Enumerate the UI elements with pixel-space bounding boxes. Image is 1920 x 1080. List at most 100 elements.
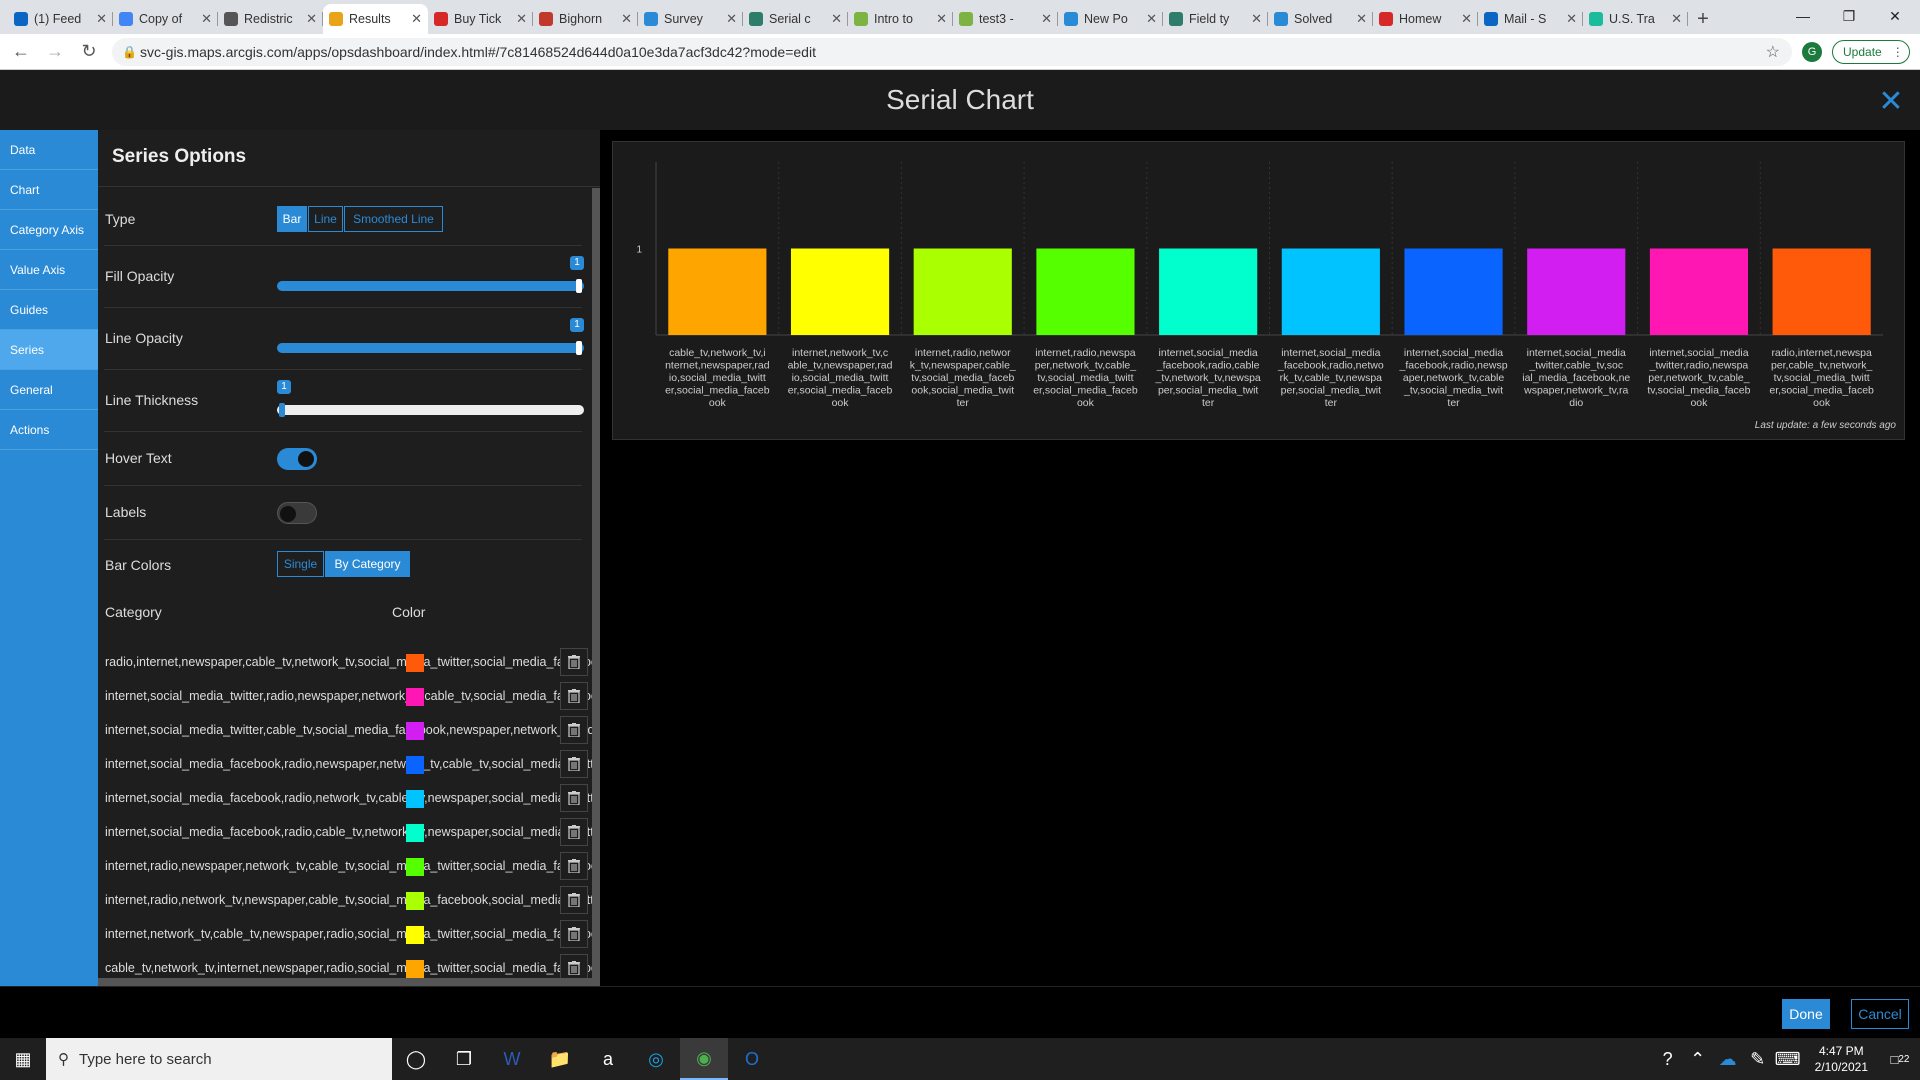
tab-close-icon[interactable]: ✕ <box>621 11 632 27</box>
browser-tab[interactable]: Results ✕ <box>323 4 428 34</box>
type-bar-button[interactable]: Bar <box>277 206 307 232</box>
browser-tab[interactable]: Field ty ✕ <box>1163 4 1268 34</box>
chrome-icon[interactable]: ◉ <box>680 1038 728 1080</box>
url-field[interactable]: 🔒 svc-gis.maps.arcgis.com/apps/opsdashbo… <box>112 38 1792 66</box>
horizontal-scrollbar[interactable] <box>98 978 600 986</box>
tab-close-icon[interactable]: ✕ <box>831 11 842 27</box>
browser-tab[interactable]: Bighorn ✕ <box>533 4 638 34</box>
delete-icon[interactable] <box>560 784 588 812</box>
new-tab-button[interactable]: + <box>1688 4 1718 34</box>
file-explorer-icon[interactable]: 📁 <box>536 1038 584 1080</box>
color-swatch[interactable] <box>406 926 424 944</box>
bookmark-star-icon[interactable]: ☆ <box>1766 42 1780 62</box>
update-button[interactable]: Update ⋮ <box>1832 40 1910 64</box>
clock[interactable]: 4:47 PM 2/10/2021 <box>1815 1043 1868 1075</box>
nav-item-value-axis[interactable]: Value Axis <box>0 250 98 290</box>
window-close-button[interactable]: ✕ <box>1872 0 1918 32</box>
color-swatch[interactable] <box>406 858 424 876</box>
delete-icon[interactable] <box>560 920 588 948</box>
tab-close-icon[interactable]: ✕ <box>516 11 527 27</box>
browser-tab[interactable]: New Po ✕ <box>1058 4 1163 34</box>
nav-item-series[interactable]: Series <box>0 330 98 370</box>
type-smoothed-line-button[interactable]: Smoothed Line <box>344 206 443 232</box>
tab-close-icon[interactable]: ✕ <box>1356 11 1367 27</box>
tab-close-icon[interactable]: ✕ <box>1251 11 1262 27</box>
color-swatch[interactable] <box>406 654 424 672</box>
close-icon[interactable]: ✕ <box>1874 84 1908 118</box>
browser-tab[interactable]: Homew ✕ <box>1373 4 1478 34</box>
taskbar-search[interactable]: ⚲ Type here to search <box>46 1038 392 1080</box>
line-opacity-slider[interactable] <box>277 343 584 353</box>
browser-tab[interactable]: Solved ✕ <box>1268 4 1373 34</box>
browser-tab[interactable]: Serial c ✕ <box>743 4 848 34</box>
onedrive-icon[interactable]: ☁ <box>1713 1038 1743 1080</box>
back-icon[interactable]: ← <box>8 41 34 62</box>
cancel-button[interactable]: Cancel <box>1851 999 1909 1029</box>
notification-icon[interactable]: □ 22 <box>1880 1038 1920 1080</box>
tab-close-icon[interactable]: ✕ <box>1146 11 1157 27</box>
browser-tab[interactable]: Mail - S ✕ <box>1478 4 1583 34</box>
tab-close-icon[interactable]: ✕ <box>411 11 422 27</box>
line-thickness-handle[interactable] <box>279 403 285 417</box>
bar-colors-single-button[interactable]: Single <box>277 551 324 577</box>
tab-close-icon[interactable]: ✕ <box>306 11 317 27</box>
options-scrollbar[interactable] <box>592 188 600 984</box>
minimize-button[interactable]: — <box>1780 0 1826 32</box>
nav-item-general[interactable]: General <box>0 370 98 410</box>
tab-close-icon[interactable]: ✕ <box>1566 11 1577 27</box>
color-swatch[interactable] <box>406 892 424 910</box>
type-line-button[interactable]: Line <box>308 206 343 232</box>
pen-icon[interactable]: ✎ <box>1743 1038 1773 1080</box>
profile-avatar[interactable]: G <box>1802 42 1822 62</box>
browser-tab[interactable]: (1) Feed ✕ <box>8 4 113 34</box>
tab-close-icon[interactable]: ✕ <box>201 11 212 27</box>
outlook-icon[interactable]: O <box>728 1038 776 1080</box>
tab-close-icon[interactable]: ✕ <box>936 11 947 27</box>
line-thickness-slider[interactable] <box>277 405 584 415</box>
delete-icon[interactable] <box>560 648 588 676</box>
edge-icon[interactable]: ◎ <box>632 1038 680 1080</box>
tab-close-icon[interactable]: ✕ <box>1041 11 1052 27</box>
done-button[interactable]: Done <box>1782 999 1830 1029</box>
delete-icon[interactable] <box>560 716 588 744</box>
browser-tab[interactable]: Copy of ✕ <box>113 4 218 34</box>
browser-tab[interactable]: Buy Tick ✕ <box>428 4 533 34</box>
keyboard-icon[interactable]: ⌨ <box>1773 1038 1803 1080</box>
reload-icon[interactable]: ↻ <box>76 41 102 62</box>
tab-close-icon[interactable]: ✕ <box>726 11 737 27</box>
delete-icon[interactable] <box>560 886 588 914</box>
color-swatch[interactable] <box>406 960 424 978</box>
more-menu-icon[interactable]: ⋮ <box>1892 45 1904 59</box>
tab-close-icon[interactable]: ✕ <box>96 11 107 27</box>
line-opacity-handle[interactable] <box>576 341 582 355</box>
browser-tab[interactable]: Redistric ✕ <box>218 4 323 34</box>
color-swatch[interactable] <box>406 756 424 774</box>
nav-item-data[interactable]: Data <box>0 130 98 170</box>
fill-opacity-handle[interactable] <box>576 279 582 293</box>
tab-close-icon[interactable]: ✕ <box>1461 11 1472 27</box>
windows-start-icon[interactable]: ▦ <box>0 1038 46 1080</box>
nav-item-category-axis[interactable]: Category Axis <box>0 210 98 250</box>
restore-button[interactable]: ❐ <box>1826 0 1872 32</box>
color-swatch[interactable] <box>406 722 424 740</box>
color-swatch[interactable] <box>406 824 424 842</box>
color-swatch[interactable] <box>406 790 424 808</box>
browser-tab[interactable]: test3 - ✕ <box>953 4 1058 34</box>
delete-icon[interactable] <box>560 682 588 710</box>
browser-tab[interactable]: Survey ✕ <box>638 4 743 34</box>
forward-icon[interactable]: → <box>42 41 68 62</box>
bar-colors-by-category-button[interactable]: By Category <box>325 551 410 577</box>
fill-opacity-slider[interactable] <box>277 281 584 291</box>
browser-tab[interactable]: Intro to ✕ <box>848 4 953 34</box>
help-icon[interactable]: ? <box>1653 1038 1683 1080</box>
delete-icon[interactable] <box>560 750 588 778</box>
hover-text-toggle[interactable] <box>277 448 317 470</box>
browser-tab[interactable]: U.S. Tra ✕ <box>1583 4 1688 34</box>
labels-toggle[interactable] <box>277 502 317 524</box>
nav-item-guides[interactable]: Guides <box>0 290 98 330</box>
delete-icon[interactable] <box>560 818 588 846</box>
amazon-icon[interactable]: a <box>584 1038 632 1080</box>
nav-item-chart[interactable]: Chart <box>0 170 98 210</box>
task-view-icon[interactable]: ❐ <box>440 1038 488 1080</box>
color-swatch[interactable] <box>406 688 424 706</box>
